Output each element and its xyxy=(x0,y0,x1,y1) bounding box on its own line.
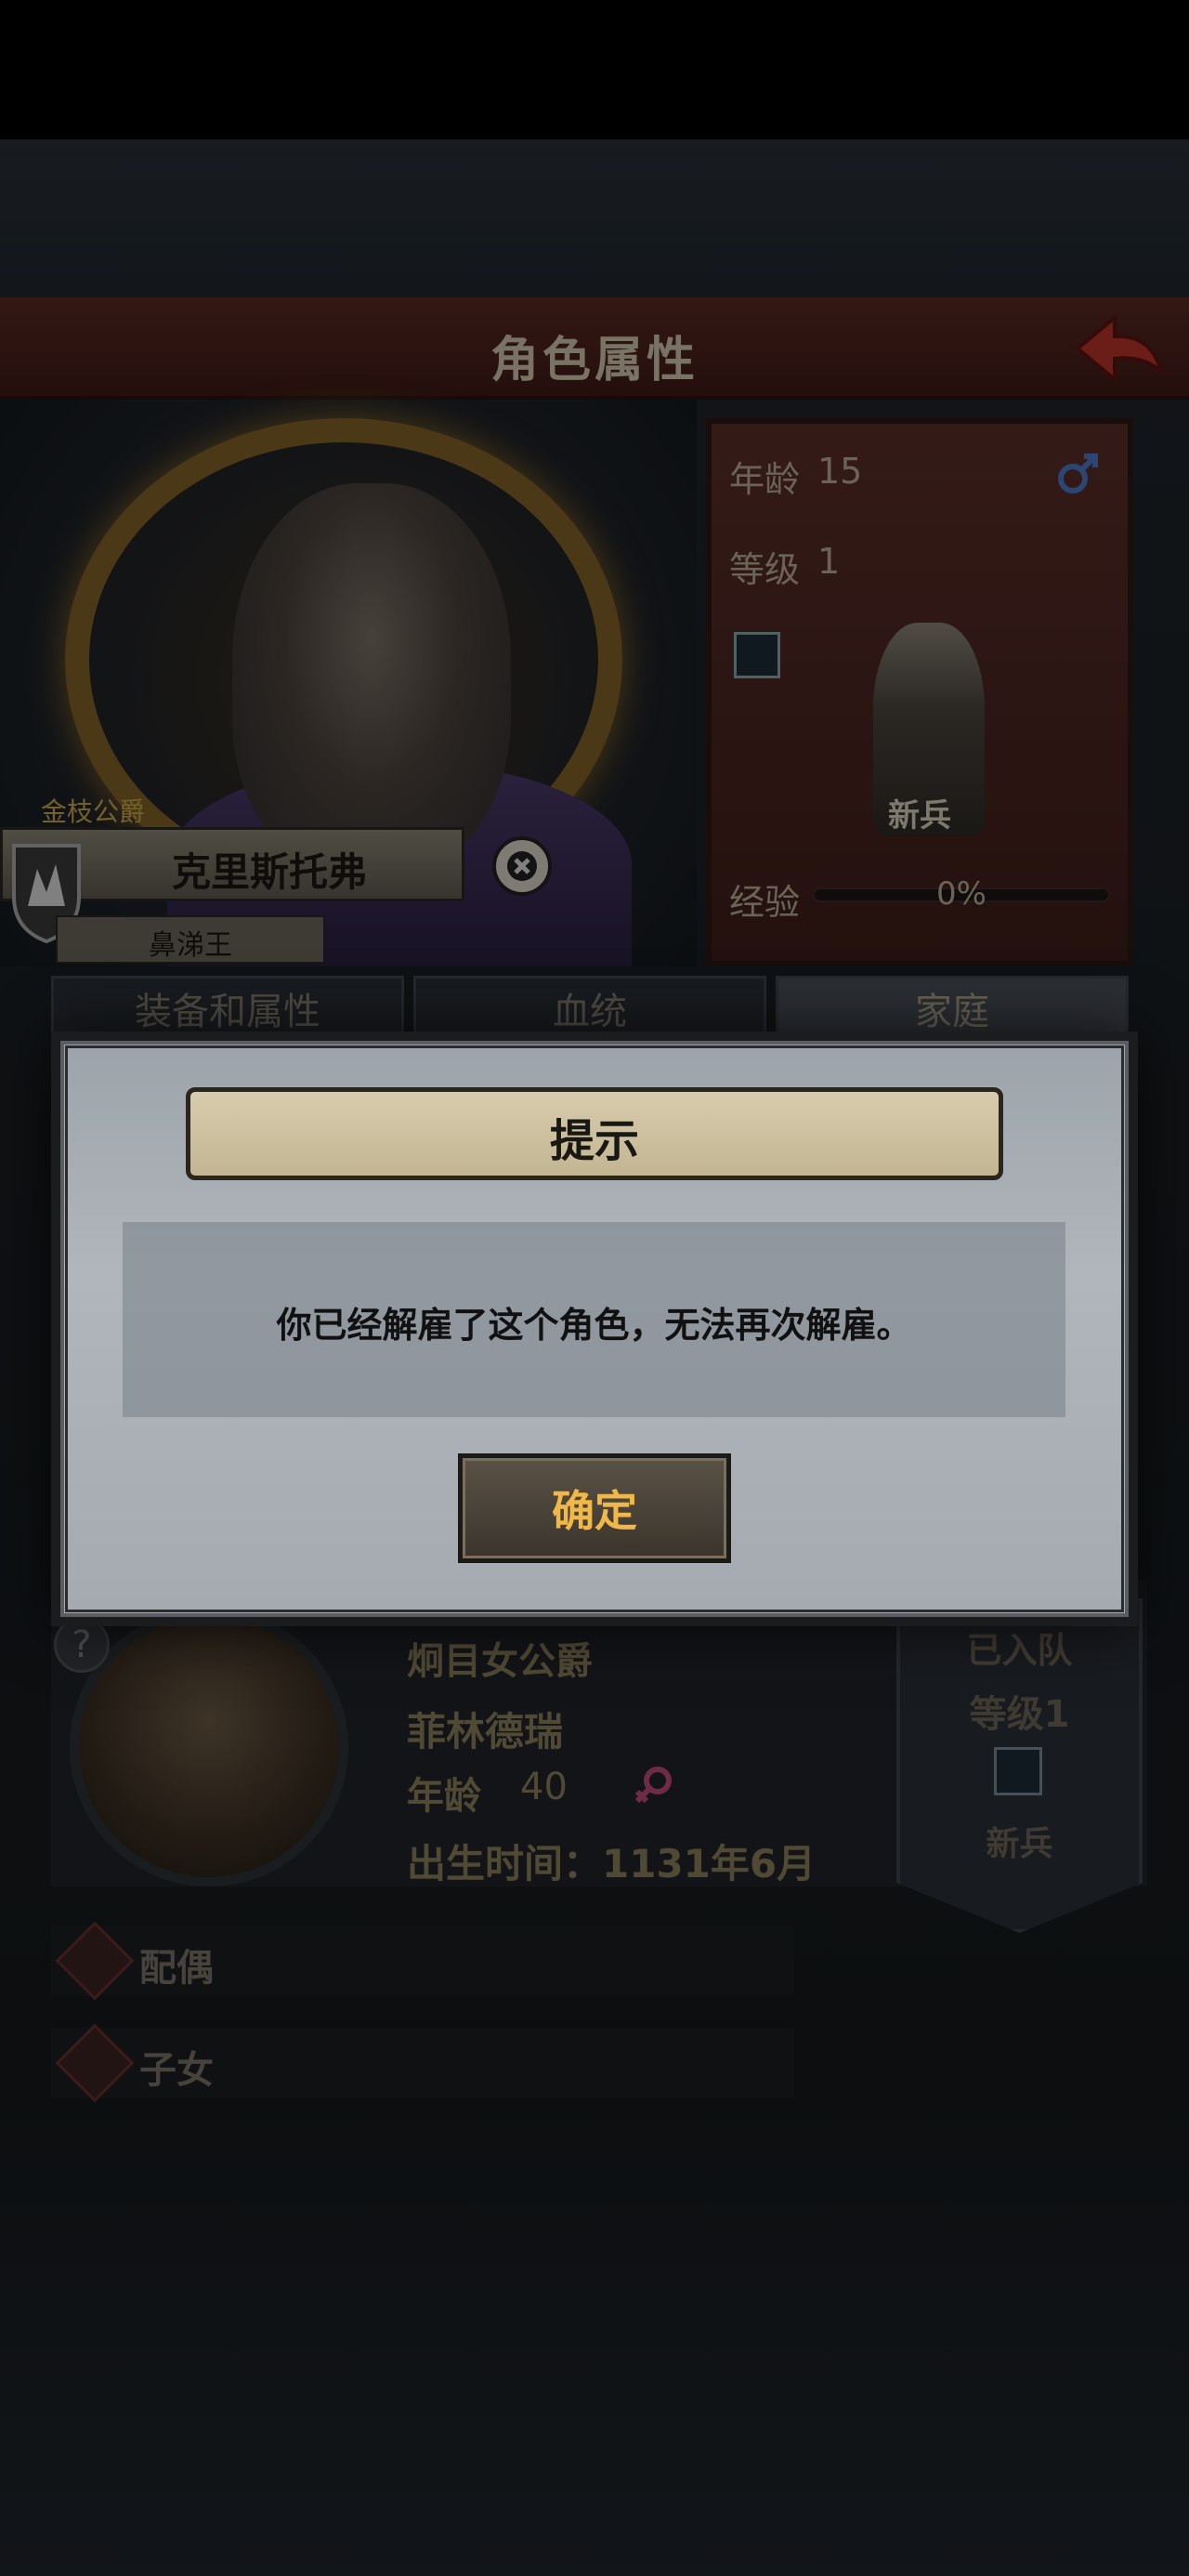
dialog-message: 你已经解雇了这个角色，无法再次解雇。 xyxy=(276,1305,912,1346)
status-bar xyxy=(0,0,1189,139)
confirm-button[interactable]: 确定 xyxy=(458,1453,731,1563)
dialog-title: 提示 xyxy=(549,1115,639,1167)
